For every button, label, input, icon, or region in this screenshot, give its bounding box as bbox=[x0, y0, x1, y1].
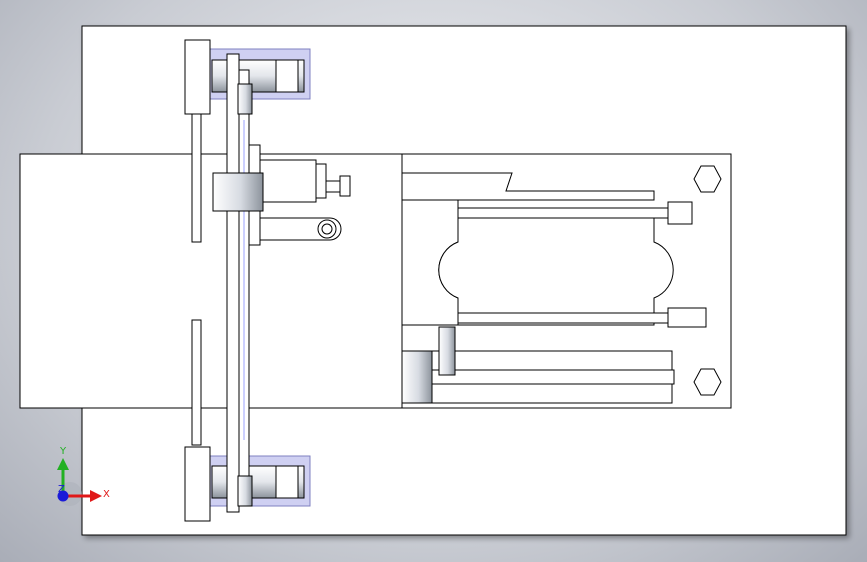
slide-pin[interactable] bbox=[438, 326, 456, 376]
actuator-body[interactable] bbox=[259, 159, 317, 203]
slide-rod[interactable] bbox=[431, 369, 675, 385]
cad-drawing[interactable]: Y X Z bbox=[0, 0, 867, 562]
top-mount-cap bbox=[275, 59, 299, 93]
cad-viewport[interactable]: Y X Z bbox=[0, 0, 867, 562]
lower-rod[interactable] bbox=[457, 312, 669, 324]
slide-block[interactable] bbox=[401, 350, 433, 404]
upper-rod-end[interactable] bbox=[667, 201, 693, 225]
rod-lower-left[interactable] bbox=[191, 319, 202, 446]
upper-rod[interactable] bbox=[457, 207, 669, 219]
cavity-lobes bbox=[438, 217, 674, 326]
top-collar[interactable] bbox=[237, 83, 253, 115]
y-axis-arrowhead bbox=[57, 458, 69, 470]
actuator-cap[interactable] bbox=[339, 175, 351, 197]
end-block-top[interactable] bbox=[184, 39, 211, 115]
vertical-plate-outer[interactable] bbox=[226, 53, 240, 513]
actuator-pivot-inner bbox=[321, 223, 333, 235]
z-axis-label: Z bbox=[58, 484, 65, 495]
bottom-collar[interactable] bbox=[237, 475, 253, 507]
bottom-mount-cap bbox=[275, 465, 299, 499]
lower-rod-end[interactable] bbox=[667, 307, 707, 328]
end-block-bottom[interactable] bbox=[184, 446, 211, 522]
y-axis-label: Y bbox=[59, 446, 67, 457]
actuator-neck[interactable] bbox=[315, 163, 327, 199]
actuator-barrel[interactable] bbox=[212, 172, 264, 212]
x-axis-label: X bbox=[103, 489, 110, 500]
rod-upper-left[interactable] bbox=[191, 111, 202, 243]
